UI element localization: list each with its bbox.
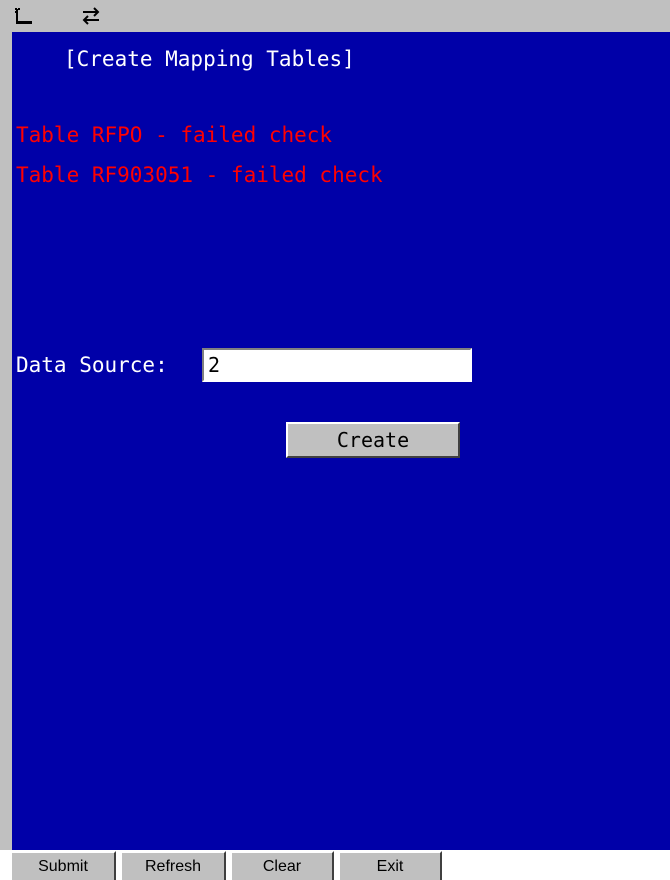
refresh-button[interactable]: Refresh: [120, 851, 226, 880]
sync-icon: [82, 7, 100, 25]
page-title: [Create Mapping Tables]: [64, 47, 355, 71]
exit-button[interactable]: Exit: [338, 851, 442, 880]
status-bar: [0, 0, 670, 32]
data-source-input[interactable]: [202, 348, 472, 382]
error-message: Table RF903051 - failed check: [16, 163, 383, 187]
data-source-label: Data Source:: [16, 353, 168, 377]
submit-button[interactable]: Submit: [10, 851, 116, 880]
app-screen: [Create Mapping Tables] Table RFPO - fai…: [12, 32, 670, 850]
create-button[interactable]: Create: [286, 422, 460, 458]
signal-icon: [15, 8, 32, 24]
clear-button[interactable]: Clear: [230, 851, 334, 880]
error-message: Table RFPO - failed check: [16, 123, 333, 147]
